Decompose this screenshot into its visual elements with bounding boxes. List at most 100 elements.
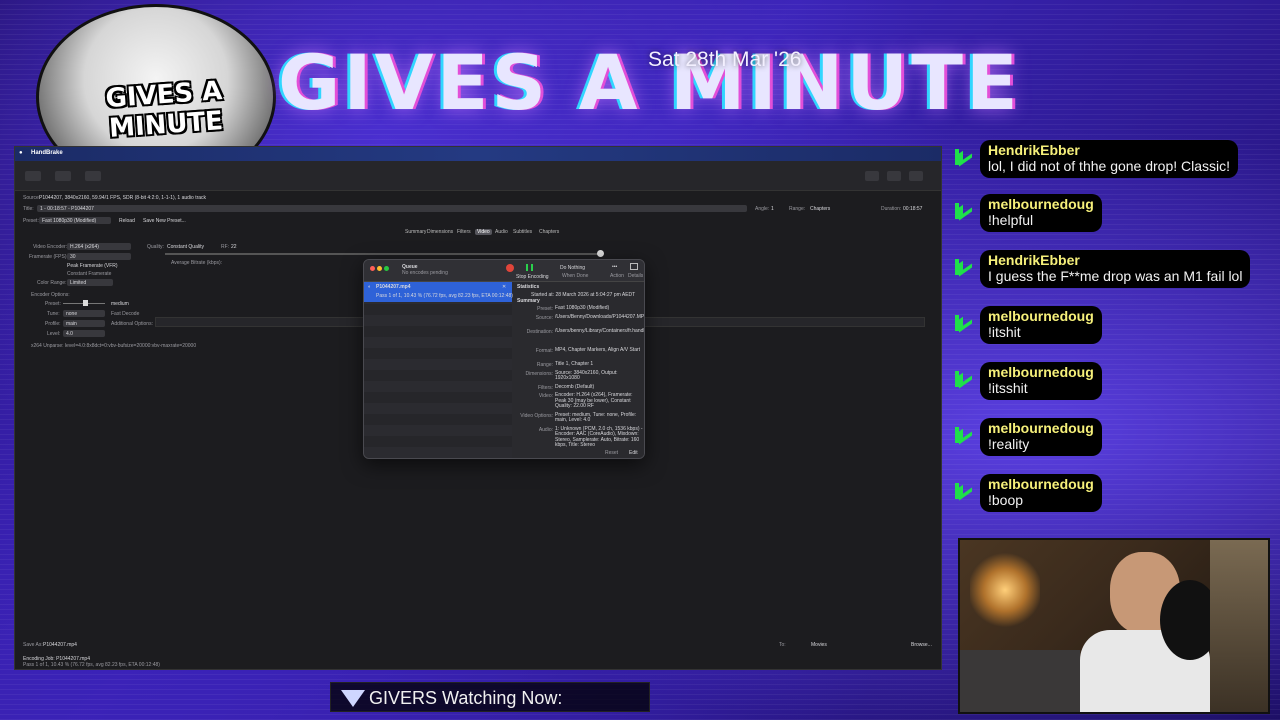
color-range-select[interactable]: Limited [67, 279, 113, 286]
video-encoder-select[interactable]: H.264 (x264) [67, 243, 131, 250]
chat-username[interactable]: HendrikEbber [988, 142, 1230, 158]
level-select[interactable]: 4.0 [63, 330, 105, 337]
tab-chapters[interactable]: Chapters [539, 229, 559, 235]
statistics-heading: Statistics [517, 284, 540, 290]
started-at: Started at: 28 March 2026 at 5:04:27 pm … [531, 292, 636, 298]
quality-slider-thumb[interactable] [597, 250, 604, 257]
edit-button[interactable]: Edit [629, 450, 638, 456]
level-label: Level: [47, 331, 61, 337]
summary-key: Destination: [526, 328, 553, 335]
activity-icon[interactable] [909, 171, 923, 181]
pause-icon[interactable] [526, 264, 533, 271]
reset-button[interactable]: Reset [605, 450, 618, 456]
details-toggle-icon[interactable] [630, 263, 638, 270]
queue-subtitle: No encodes pending [402, 270, 448, 276]
save-new-preset-button[interactable]: Save New Preset... [143, 218, 186, 224]
title-label: Title: [23, 206, 34, 212]
when-done-select[interactable]: Do Nothing [560, 265, 585, 271]
more-actions-icon[interactable]: ••• [612, 264, 617, 270]
chat-username[interactable]: melbournedoug [988, 308, 1094, 324]
add-to-queue-icon[interactable] [55, 171, 71, 181]
tune-label: Tune: [47, 311, 60, 317]
angle-value[interactable]: 1 [771, 206, 774, 212]
chat-text: !helpful [988, 212, 1034, 228]
kick-icon [952, 314, 970, 332]
rf-value: 22 [231, 244, 237, 250]
kick-icon [952, 426, 970, 444]
title-select[interactable]: 1 - 00:18:57 - P1044207 [37, 205, 747, 212]
kick-icon [952, 482, 970, 500]
framerate-label: Framerate (FPS): [29, 254, 68, 260]
chat-username[interactable]: melbournedoug [988, 364, 1094, 380]
summary-value: MP4, Chapter Markers, Align A/V Start [555, 347, 641, 353]
quality-slider[interactable] [165, 253, 601, 255]
chat-bubble: HendrikEbber lol, I did not of thhe gone … [980, 140, 1239, 178]
queue-list [364, 282, 512, 458]
reload-button[interactable]: Reload [119, 218, 135, 224]
profile-label: Profile: [45, 321, 61, 327]
angle-label: Angle: [755, 206, 770, 212]
tab-subtitles[interactable]: Subtitles [513, 229, 532, 235]
chat-text: !itsshit [988, 380, 1028, 396]
chat-username[interactable]: melbournedoug [988, 476, 1094, 492]
preset-value: Fast 1080p30 (Modified) [42, 218, 97, 224]
menubar-app-name[interactable]: HandBrake [31, 150, 63, 156]
start-icon[interactable] [85, 171, 101, 181]
kick-icon [952, 258, 970, 276]
profile-select[interactable]: main [63, 320, 105, 327]
tab-filters[interactable]: Filters [457, 229, 471, 235]
watching-now-label: GIVERS Watching Now: [369, 688, 563, 708]
chat-bubble: melbournedoug !itsshit [980, 362, 1102, 400]
chat-username[interactable]: HendrikEbber [988, 252, 1242, 268]
queue-details-panel: Statistics Started at: 28 March 2026 at … [513, 282, 644, 458]
tab-dimensions[interactable]: Dimensions [427, 229, 453, 235]
browse-button[interactable]: Browse... [911, 642, 932, 648]
constant-quality-radio[interactable]: Constant Quality [167, 244, 204, 250]
chat-bubble: melbournedoug !itshit [980, 306, 1102, 344]
peak-framerate-radio[interactable]: Peak Framerate (VFR) [67, 263, 118, 269]
queue-item-progress: Pass 1 of 1, 10.43 % (76.72 fps, avg 82.… [376, 293, 513, 299]
rf-label: RF: [221, 244, 230, 250]
average-bitrate-radio[interactable]: Average Bitrate (kbps): [171, 260, 222, 266]
summary-value: /Users/benny/Library/Containers/fr.handb… [555, 327, 644, 334]
chat-bubble: melbournedoug !reality [980, 418, 1102, 456]
chat-username[interactable]: melbournedoug [988, 196, 1094, 212]
close-window-icon[interactable] [370, 266, 375, 271]
tab-summary[interactable]: Summary [405, 229, 426, 235]
duration-label: Duration: [881, 206, 902, 212]
fast-decode-checkbox[interactable]: Fast Decode [111, 311, 139, 317]
tab-video[interactable]: Video [475, 229, 492, 235]
chat-text: !boop [988, 492, 1024, 508]
profile-value: main [66, 321, 77, 327]
minimize-window-icon[interactable] [377, 266, 382, 271]
stop-encoding-button[interactable]: Stop Encoding [516, 274, 549, 280]
summary-value: Preset: medium, Tune: none, Profile: mai… [555, 411, 637, 423]
preview-icon[interactable] [865, 171, 879, 181]
triangle-icon [341, 690, 365, 707]
summary-value: Title 1, Chapter 1 [555, 361, 594, 367]
record-icon [506, 264, 514, 272]
summary-key: Source: [535, 314, 553, 321]
range-value[interactable]: Chapters [810, 206, 830, 212]
constant-framerate-radio[interactable]: Constant Framerate [67, 271, 111, 277]
zoom-window-icon[interactable] [384, 266, 389, 271]
queue-item-selected[interactable]: ◐ P1044207.mp4 ✕ Pass 1 of 1, 10.43 % (7… [364, 282, 513, 302]
lamp-glow [970, 550, 1040, 630]
queue-icon[interactable] [887, 171, 901, 181]
tune-select[interactable]: none [63, 310, 105, 317]
chat-username[interactable]: melbournedoug [988, 420, 1094, 436]
source-label: Source: [23, 195, 41, 201]
encoder-preset-thumb[interactable] [83, 300, 88, 306]
apple-icon[interactable]: ● [19, 150, 23, 156]
tab-audio[interactable]: Audio [495, 229, 508, 235]
summary-key: Filters: [538, 384, 553, 391]
summary-key: Preset: [537, 306, 553, 312]
preset-select[interactable]: Fast 1080p30 (Modified) [39, 217, 111, 224]
queue-item-remove-icon[interactable]: ✕ [502, 284, 506, 290]
open-source-icon[interactable] [25, 171, 41, 181]
queue-item-name: P1044207.mp4 [376, 284, 411, 290]
framerate-select[interactable]: 30 [67, 253, 131, 260]
save-as-field[interactable]: P1044207.mp4 [43, 642, 77, 648]
summary-key: Video: [538, 393, 553, 399]
destination-select[interactable]: Movies [811, 642, 827, 648]
